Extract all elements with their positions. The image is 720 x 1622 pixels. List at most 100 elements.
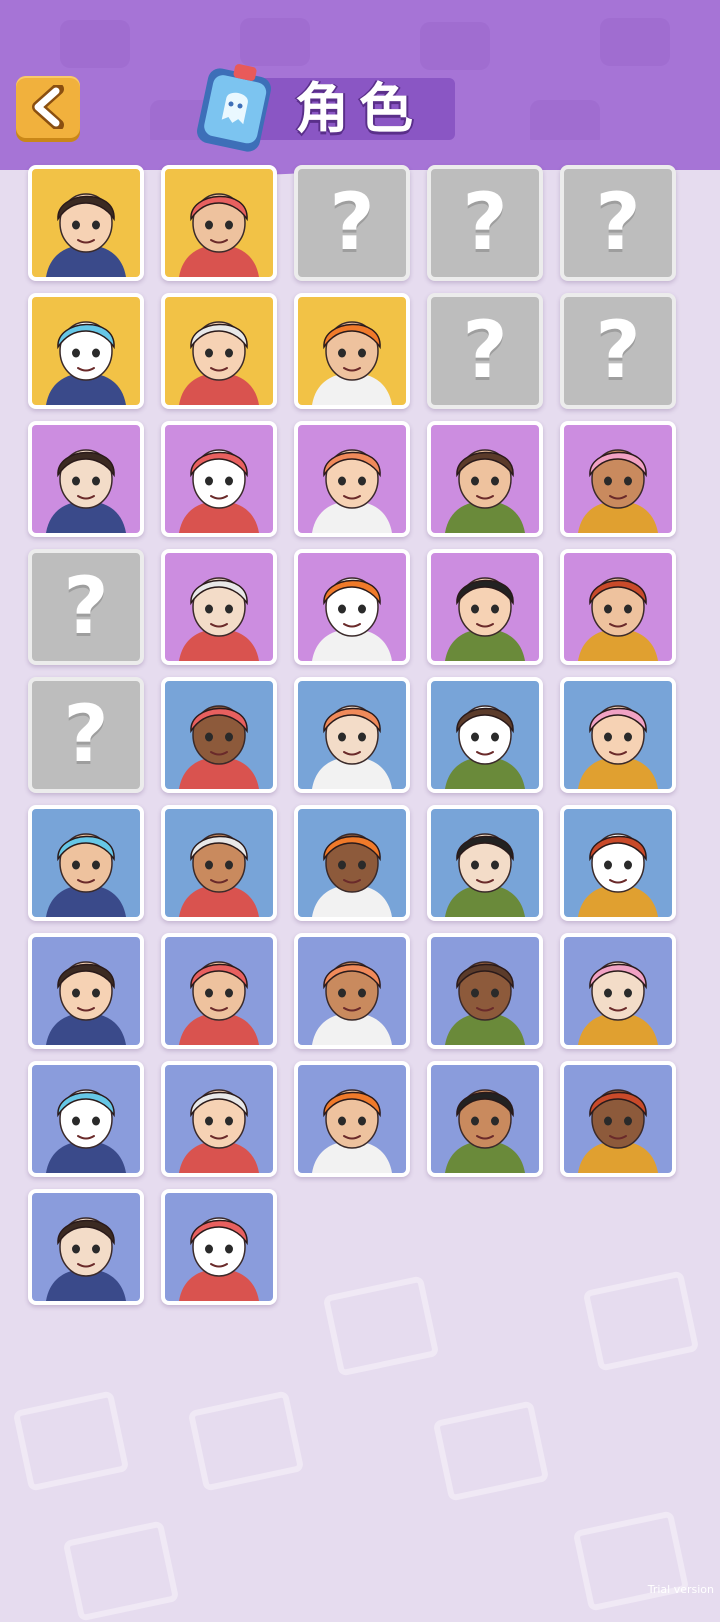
- question-mark-icon: ?: [595, 306, 641, 396]
- character-portrait-orange-haired-peace-sign-girl[interactable]: [294, 677, 410, 793]
- portrait-art: [179, 1217, 259, 1301]
- background-book-deco: [582, 1270, 700, 1372]
- character-portrait-orange-hair-masked[interactable]: [294, 805, 410, 921]
- header-pattern: [600, 18, 670, 66]
- character-portrait-green-skinned-man[interactable]: [427, 549, 543, 665]
- portrait-art: [46, 833, 126, 917]
- locked-character-slot[interactable]: ?: [560, 293, 676, 409]
- portrait-art: [445, 961, 525, 1045]
- character-portrait-girl-with-round-glasses[interactable]: [28, 933, 144, 1049]
- character-portrait-hamster-eating[interactable]: [161, 549, 277, 665]
- character-portrait-seal-in-safari-hat[interactable]: [28, 293, 144, 409]
- character-portrait-girl-with-blue-bow[interactable]: [560, 549, 676, 665]
- portrait-art: [578, 449, 658, 533]
- portrait-art: [445, 705, 525, 789]
- locked-character-slot[interactable]: ?: [28, 677, 144, 793]
- locked-character-slot[interactable]: ?: [560, 165, 676, 281]
- character-portrait-woman-in-hood[interactable]: [560, 933, 676, 1049]
- character-portrait-man-with-topknot[interactable]: [294, 293, 410, 409]
- portrait-art: [445, 1089, 525, 1173]
- locked-character-slot[interactable]: ?: [427, 165, 543, 281]
- character-portrait-fox-in-beanie[interactable]: [294, 549, 410, 665]
- question-mark-icon: ?: [63, 690, 109, 780]
- character-portrait-cat-eared-girl[interactable]: [161, 293, 277, 409]
- background-book-deco: [322, 1275, 440, 1377]
- character-portrait-woman-with-glasses[interactable]: [294, 1061, 410, 1177]
- portrait-art: [179, 193, 259, 277]
- portrait-art: [312, 961, 392, 1045]
- character-portrait-hat-glasses-phone-items[interactable]: [161, 165, 277, 281]
- locked-character-slot[interactable]: ?: [28, 549, 144, 665]
- locked-character-slot[interactable]: ?: [294, 165, 410, 281]
- background-book-deco: [12, 1390, 130, 1492]
- portrait-art: [179, 1089, 259, 1173]
- question-mark-icon: ?: [462, 306, 508, 396]
- portrait-art: [312, 449, 392, 533]
- portrait-art: [312, 577, 392, 661]
- background-book-deco: [187, 1390, 305, 1492]
- portrait-art: [179, 449, 259, 533]
- portrait-art: [179, 833, 259, 917]
- locked-character-slot[interactable]: ?: [427, 293, 543, 409]
- portrait-art: [46, 193, 126, 277]
- question-mark-icon: ?: [462, 178, 508, 268]
- portrait-art: [179, 321, 259, 405]
- character-portrait-fish-astronaut[interactable]: [28, 1061, 144, 1177]
- character-portrait-fluffy-sheep[interactable]: [560, 421, 676, 537]
- portrait-art: [46, 1217, 126, 1301]
- portrait-art: [312, 833, 392, 917]
- portrait-art: [179, 705, 259, 789]
- character-portrait-girl-with-winged-hat[interactable]: [427, 805, 543, 921]
- character-portrait-pink-haired-shy-girl[interactable]: [560, 677, 676, 793]
- portrait-art: [578, 577, 658, 661]
- portrait-art: [578, 705, 658, 789]
- character-portrait-chef-with-mustache[interactable]: [427, 1061, 543, 1177]
- portrait-art: [46, 449, 126, 533]
- portrait-art: [445, 833, 525, 917]
- header-pattern: [420, 22, 490, 70]
- character-portrait-welder-mask-man[interactable]: [28, 805, 144, 921]
- question-mark-icon: ?: [329, 178, 375, 268]
- portrait-art: [46, 1089, 126, 1173]
- character-portrait-smiling-woman[interactable]: [560, 1061, 676, 1177]
- character-portrait-pink-haired-winking-girl[interactable]: [161, 677, 277, 793]
- character-portrait-panda[interactable]: [161, 1189, 277, 1305]
- portrait-art: [445, 449, 525, 533]
- portrait-art: [312, 321, 392, 405]
- portrait-art: [46, 961, 126, 1045]
- back-button[interactable]: [16, 76, 80, 138]
- header-pattern: [240, 18, 310, 66]
- character-portrait-white-haired-boy[interactable]: [560, 805, 676, 921]
- portrait-art: [179, 577, 259, 661]
- portrait-art: [46, 321, 126, 405]
- character-portrait-man-in-bandana[interactable]: [427, 933, 543, 1049]
- question-mark-icon: ?: [595, 178, 641, 268]
- question-mark-icon: ?: [63, 562, 109, 652]
- watermark: Trial version: [647, 1583, 714, 1596]
- chevron-left-icon: [32, 85, 64, 129]
- background-book-deco: [572, 1510, 690, 1612]
- character-portrait-grumpy-lynx[interactable]: [294, 421, 410, 537]
- character-portrait-red-haired-boy[interactable]: [28, 1189, 144, 1305]
- character-portrait-chef-cat[interactable]: [294, 933, 410, 1049]
- character-portrait-man-with-sunglasses[interactable]: [161, 933, 277, 1049]
- character-portrait-robot-excavator[interactable]: [161, 1061, 277, 1177]
- portrait-art: [312, 705, 392, 789]
- character-portrait-horned-goblin-boy[interactable]: [28, 165, 144, 281]
- background-book-deco: [62, 1520, 180, 1622]
- character-portrait-blue-haired-girl-eyepatch[interactable]: [28, 421, 144, 537]
- page-title: 角色: [295, 77, 423, 140]
- portrait-art: [445, 577, 525, 661]
- portrait-art: [578, 961, 658, 1045]
- character-portrait-swordsman[interactable]: [161, 805, 277, 921]
- character-portrait-girl-with-headband[interactable]: [427, 677, 543, 793]
- portrait-art: [312, 1089, 392, 1173]
- character-portrait-pale-goth-girl[interactable]: [161, 421, 277, 537]
- character-card-icon: [197, 64, 271, 152]
- portrait-art: [578, 1089, 658, 1173]
- header-pattern: [60, 20, 130, 68]
- portrait-art: [578, 833, 658, 917]
- portrait-art: [179, 961, 259, 1045]
- character-portrait-man-with-glasses-and-pipe[interactable]: [427, 421, 543, 537]
- background-book-deco: [432, 1400, 550, 1502]
